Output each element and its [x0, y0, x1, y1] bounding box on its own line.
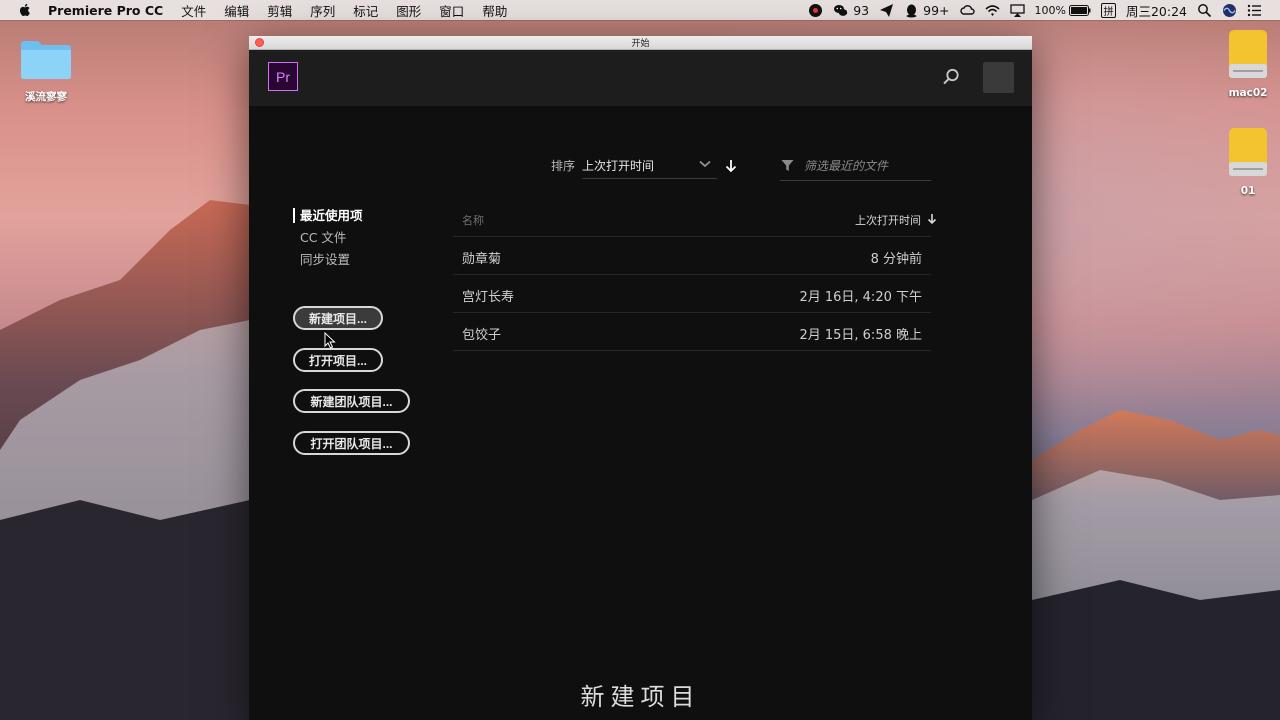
send-icon[interactable] — [879, 3, 894, 18]
qq-status[interactable]: 99+ — [904, 2, 950, 18]
new-team-project-button[interactable]: 新建团队项目... — [293, 389, 410, 413]
desktop-drive-mac02-label: mac02 — [1228, 87, 1268, 99]
menu-bar: Premiere Pro CC 文件 编辑 剪辑 序列 标记 图形 窗口 帮助 … — [0, 0, 1280, 20]
desktop-drive-01-label: 01 — [1240, 185, 1256, 197]
menu-edit[interactable]: 编辑 — [224, 1, 249, 20]
open-team-project-button[interactable]: 打开团队项目... — [293, 431, 410, 455]
wechat-icon — [834, 4, 848, 16]
list-header: 名称 上次打开时间 — [453, 206, 937, 237]
nav-cc-files[interactable]: CC 文件 — [293, 227, 363, 249]
avatar[interactable] — [983, 62, 1014, 93]
nav-recent[interactable]: 最近使用项 — [293, 205, 363, 227]
file-time: 8 分钟前 — [870, 252, 922, 267]
menu-file[interactable]: 文件 — [181, 1, 206, 20]
window-titlebar[interactable]: 开始 — [249, 36, 1032, 50]
desktop-drive-01[interactable]: 01 — [1216, 126, 1280, 197]
menu-graphics[interactable]: 图形 — [396, 1, 421, 20]
desktop-drive-mac02[interactable]: mac02 — [1216, 28, 1280, 99]
app-menu[interactable]: Premiere Pro CC — [48, 3, 163, 18]
sort-dropdown[interactable]: 上次打开时间 — [582, 152, 717, 179]
file-name: 宫灯长寿 — [462, 290, 515, 305]
app-header: Pr — [249, 50, 1032, 106]
airplay-icon[interactable] — [1009, 3, 1025, 18]
filter-icon — [781, 160, 794, 171]
list-item[interactable]: 包饺子 2月 15日, 6:58 晚上 — [453, 313, 931, 351]
screen-record-icon[interactable] — [808, 3, 823, 18]
input-method[interactable]: 拼 — [1100, 2, 1116, 18]
qq-icon — [906, 4, 917, 17]
open-project-button[interactable]: 打开项目... — [293, 348, 383, 372]
menu-sequence[interactable]: 序列 — [310, 1, 335, 20]
window-title: 开始 — [631, 39, 650, 49]
filter-field[interactable] — [780, 152, 931, 181]
notification-icon[interactable] — [1247, 3, 1262, 18]
qq-count: 99+ — [923, 2, 950, 18]
battery-percent: 100% — [1034, 3, 1066, 17]
input-method-label: 拼 — [1103, 6, 1114, 18]
column-name-header[interactable]: 名称 — [462, 212, 484, 228]
menu-window[interactable]: 窗口 — [439, 1, 464, 20]
menu-markers[interactable]: 标记 — [353, 1, 378, 20]
menu-clip[interactable]: 剪辑 — [267, 1, 292, 20]
file-name: 包饺子 — [462, 328, 502, 343]
mouse-cursor-icon — [324, 332, 336, 349]
list-item[interactable]: 勋章菊 8 分钟前 — [453, 237, 931, 275]
folder-icon — [21, 41, 71, 79]
sort-direction-arrow-icon[interactable] — [725, 159, 737, 173]
chevron-down-icon — [699, 160, 711, 168]
logo-text: Pr — [276, 68, 290, 85]
file-time: 2月 15日, 6:58 晚上 — [799, 328, 922, 343]
apple-icon[interactable] — [18, 3, 32, 17]
premiere-logo: Pr — [268, 62, 298, 91]
left-nav: 最近使用项 CC 文件 同步设置 — [293, 205, 363, 271]
battery-icon — [1068, 4, 1091, 16]
recent-files-list: 名称 上次打开时间 勋章菊 8 分钟前 宫灯长寿 2月 16日, 4:20 下午… — [453, 206, 937, 351]
file-name: 勋章菊 — [462, 252, 502, 267]
wifi-icon[interactable] — [984, 3, 1000, 18]
file-time: 2月 16日, 4:20 下午 — [799, 290, 922, 305]
search-icon[interactable] — [942, 68, 960, 86]
column-time-header[interactable]: 上次打开时间 — [855, 212, 921, 228]
drive-icon — [1229, 128, 1267, 176]
sort-label: 排序 — [551, 159, 576, 173]
filter-input[interactable] — [802, 155, 931, 177]
drive-icon — [1229, 30, 1267, 78]
wechat-status[interactable]: 93 — [833, 3, 869, 18]
video-caption: 新建项目 — [580, 683, 701, 711]
battery-status[interactable]: 100% — [1035, 4, 1091, 17]
siri-icon[interactable] — [1222, 3, 1237, 18]
wechat-count: 93 — [853, 2, 870, 18]
spotlight-icon[interactable] — [1197, 3, 1212, 18]
desktop-folder-label: 溪流寥寥 — [25, 91, 67, 103]
new-project-button[interactable]: 新建项目... — [293, 306, 383, 330]
sort-value: 上次打开时间 — [582, 159, 655, 173]
desktop-folder[interactable]: 溪流寥寥 — [14, 38, 78, 104]
sort-arrow-icon — [927, 214, 937, 225]
nav-sync-settings[interactable]: 同步设置 — [293, 249, 363, 271]
menu-help[interactable]: 帮助 — [482, 1, 507, 20]
close-button[interactable] — [255, 38, 264, 47]
list-item[interactable]: 宫灯长寿 2月 16日, 4:20 下午 — [453, 275, 931, 313]
premiere-start-window: 开始 Pr 排序 上次打开时间 最近使用项 CC 文件 同步设置 新建项目...… — [249, 36, 1032, 720]
creative-cloud-icon[interactable] — [959, 3, 975, 18]
clock[interactable]: 周三20:24 — [1126, 1, 1187, 20]
